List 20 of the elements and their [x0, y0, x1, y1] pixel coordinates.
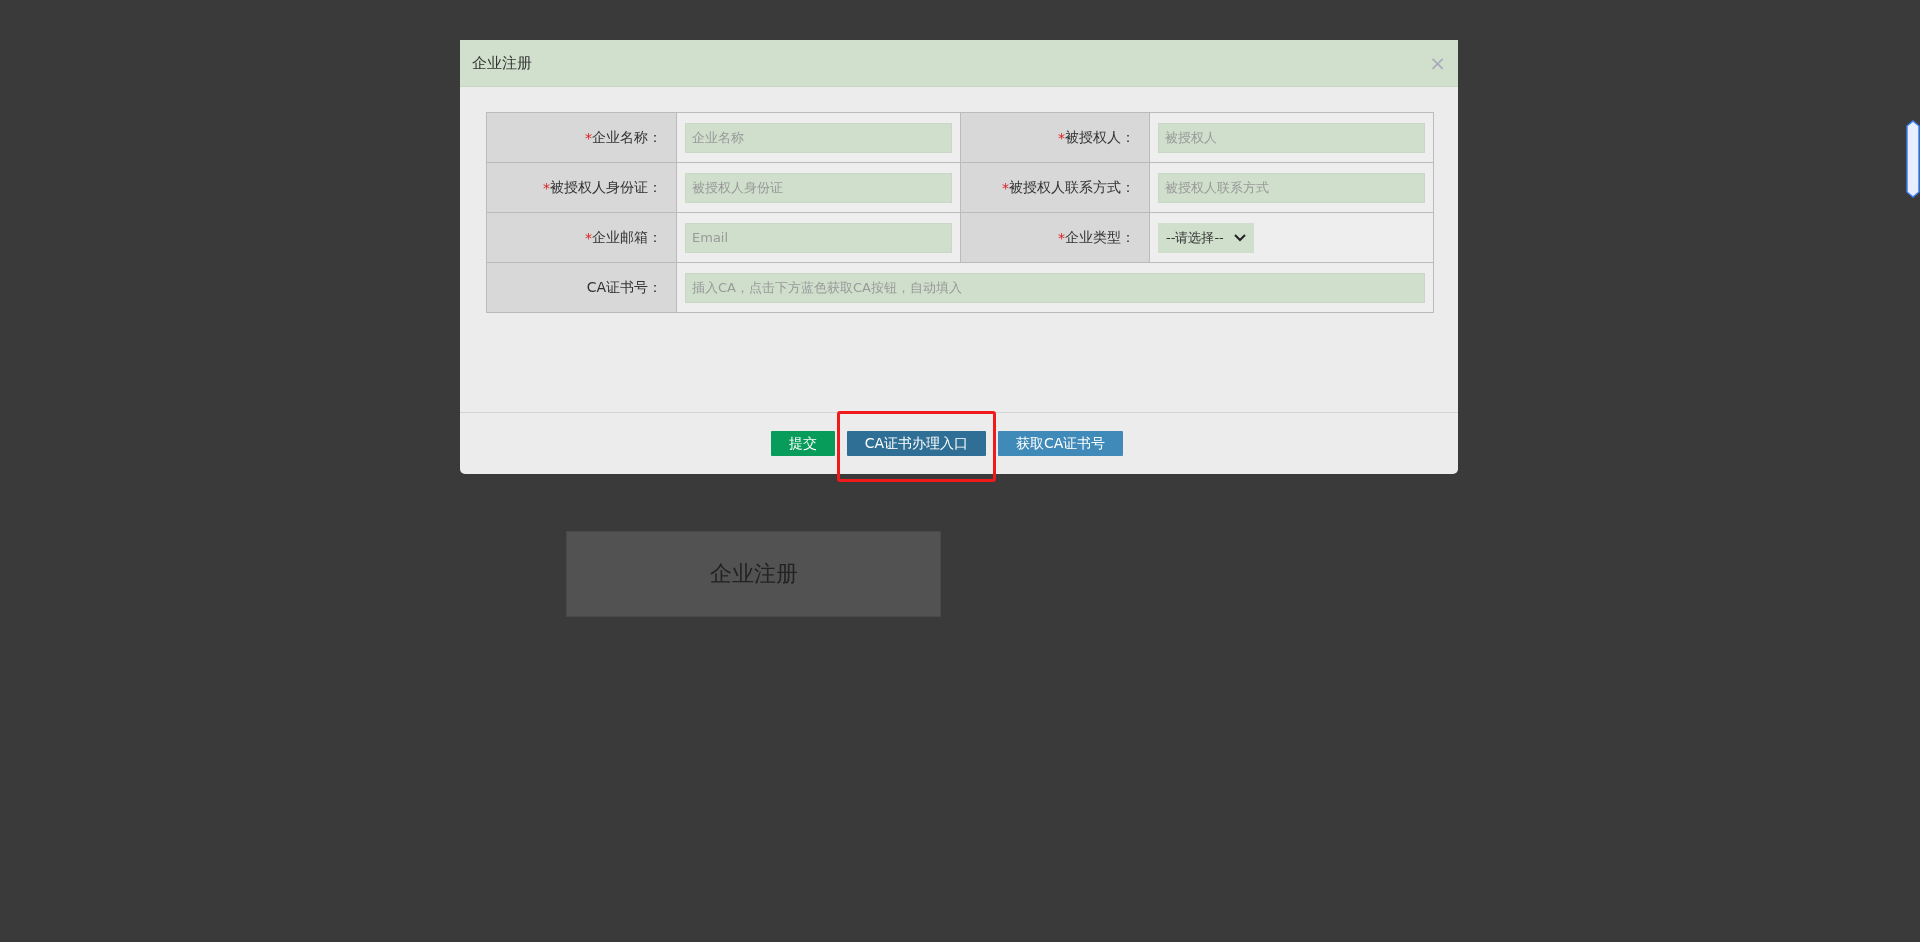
text-input-field[interactable]: Email: [685, 222, 952, 253]
text-input-field[interactable]: 被授权人: [1158, 122, 1425, 153]
ca-number-field[interactable]: 插入CA，点击下方蓝色获取CA按钮，自动填入: [685, 272, 1425, 303]
chevron-down-icon: [1233, 233, 1246, 242]
field-label: *企业类型：: [961, 213, 1150, 263]
field-label: *企业名称：: [487, 113, 677, 163]
action-button[interactable]: 获取CA证书号: [998, 431, 1124, 456]
scroll-handle-icon[interactable]: [1906, 120, 1920, 198]
field-label: *被授权人：: [961, 113, 1150, 163]
dialog-title: 企业注册: [472, 53, 532, 73]
field-label: *被授权人联系方式：: [961, 163, 1150, 213]
type-dropdown[interactable]: --请选择--: [1158, 222, 1254, 253]
text-input-field[interactable]: 企业名称: [685, 122, 952, 153]
field-label: CA证书号：: [487, 263, 677, 313]
action-button[interactable]: CA证书办理入口: [846, 431, 986, 456]
field-label: *被授权人身份证：: [487, 163, 677, 213]
text-input-field[interactable]: 被授权人联系方式: [1158, 172, 1425, 203]
field-label: *企业邮箱：: [487, 213, 677, 263]
text-input-field[interactable]: 被授权人身份证: [685, 172, 952, 203]
submit-button[interactable]: 提交: [770, 431, 835, 456]
